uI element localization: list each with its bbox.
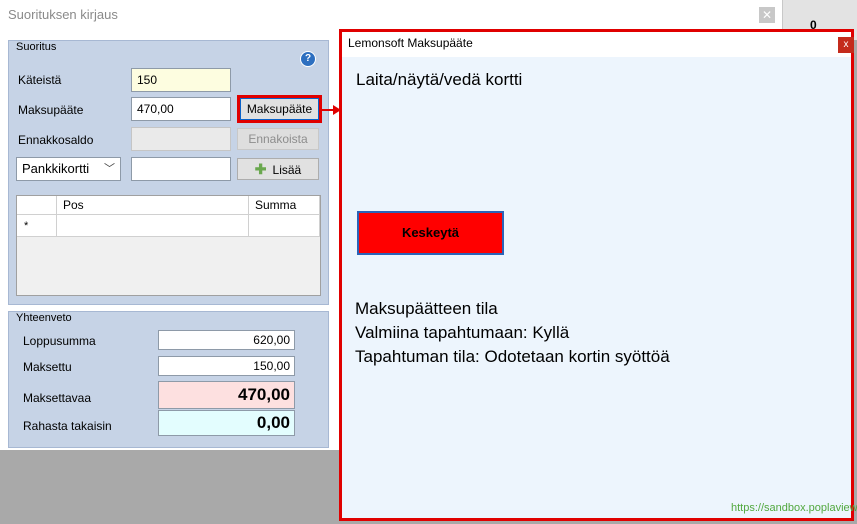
ennakkosaldo-input bbox=[131, 127, 231, 151]
terminal-close-button[interactable]: x bbox=[838, 37, 854, 53]
help-icon[interactable]: ? bbox=[300, 51, 316, 67]
terminal-ready-status: Valmiina tapahtumaan: Kyllä bbox=[355, 323, 570, 342]
maksettu-label: Maksettu bbox=[23, 360, 72, 374]
maksettavaa-label: Maksettavaa bbox=[23, 391, 92, 405]
payment-amount-input[interactable] bbox=[131, 157, 231, 181]
rahasta-value: 0,00 bbox=[158, 410, 295, 436]
window-title: Suorituksen kirjaus bbox=[8, 7, 118, 22]
terminal-status-heading: Maksupäätteen tila bbox=[355, 299, 498, 318]
rahasta-label: Rahasta takaisin bbox=[23, 419, 112, 433]
terminal-title: Lemonsoft Maksupääte bbox=[348, 36, 473, 50]
grid-new-row-marker: * bbox=[17, 215, 57, 237]
grid-cell-pos[interactable] bbox=[57, 215, 249, 237]
maksupaate-button[interactable]: Maksupääte bbox=[240, 98, 319, 120]
sandbox-link[interactable]: https://sandbox.poplaview bbox=[731, 502, 857, 514]
grid-cell-summa[interactable] bbox=[249, 215, 320, 237]
payment-type-select[interactable]: Pankkikortti ﹀ bbox=[16, 157, 121, 181]
yhteenveto-group-title: Yhteenveto bbox=[16, 312, 72, 324]
card-instruction: Laita/näytä/vedä kortti bbox=[356, 70, 523, 89]
kateista-input[interactable]: 150 bbox=[131, 68, 231, 92]
kateista-label: Käteistä bbox=[18, 73, 62, 87]
payment-grid[interactable]: Pos Summa * bbox=[16, 195, 321, 296]
terminal-transaction-status: Tapahtuman tila: Odotetaan kortin syöttö… bbox=[355, 347, 670, 366]
loppusumma-label: Loppusumma bbox=[23, 334, 96, 348]
maksupaate-input[interactable]: 470,00 bbox=[131, 97, 231, 121]
ennakoista-button: Ennakoista bbox=[237, 128, 319, 150]
suoritus-group-title: Suoritus bbox=[16, 41, 57, 53]
add-payment-button[interactable]: ✚ Lisää bbox=[237, 158, 319, 180]
maksupaate-label: Maksupääte bbox=[18, 103, 84, 117]
grid-header-marker bbox=[17, 196, 57, 215]
plus-icon: ✚ bbox=[254, 161, 267, 177]
cancel-button[interactable]: Keskeytä bbox=[357, 211, 504, 255]
ennakkosaldo-label: Ennakkosaldo bbox=[18, 133, 94, 147]
grid-header-summa[interactable]: Summa bbox=[249, 196, 320, 215]
window-close-button[interactable]: ✕ bbox=[759, 7, 775, 23]
add-payment-label: Lisää bbox=[272, 163, 302, 177]
loppusumma-value: 620,00 bbox=[158, 330, 295, 350]
maksettu-value: 150,00 bbox=[158, 356, 295, 376]
chevron-down-icon: ﹀ bbox=[104, 163, 115, 175]
payment-type-selected: Pankkikortti bbox=[22, 161, 90, 176]
annotation-arrow-icon bbox=[321, 105, 341, 115]
maksettavaa-value: 470,00 bbox=[158, 381, 295, 409]
grid-header-pos[interactable]: Pos bbox=[57, 196, 249, 215]
payment-terminal-dialog bbox=[339, 29, 854, 521]
